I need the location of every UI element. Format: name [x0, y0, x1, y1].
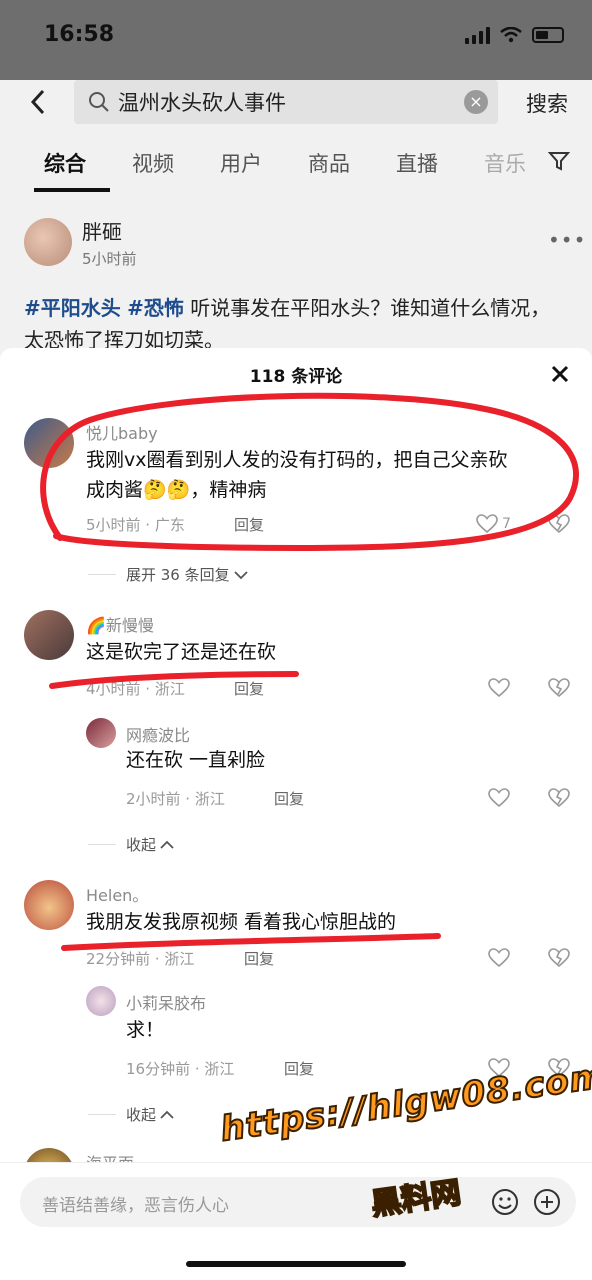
tab-music[interactable]: 音乐: [484, 148, 526, 178]
search-input[interactable]: 温州水头砍人事件 ×: [74, 80, 498, 124]
search-results-page: 16:58 温州水头砍人事件 × 搜索 综合 视频 用户 商品 直播 音乐 胖砸…: [0, 0, 592, 360]
post-author[interactable]: 胖砸: [82, 216, 122, 245]
active-tab-indicator: [34, 188, 110, 192]
filter-icon[interactable]: [548, 150, 570, 172]
tab-users[interactable]: 用户: [220, 148, 262, 178]
comment-input-placeholder: 善语结善缘，恶言伤人心: [42, 1196, 229, 1216]
tab-live[interactable]: 直播: [396, 148, 438, 178]
post-time: 5小时前: [82, 250, 137, 268]
search-tabs: 综合 视频 用户 商品 直播 音乐: [0, 140, 592, 192]
search-button[interactable]: 搜索: [526, 88, 568, 118]
tab-video[interactable]: 视频: [132, 148, 174, 178]
tab-comprehensive[interactable]: 综合: [44, 148, 86, 178]
back-button[interactable]: [18, 80, 58, 124]
comments-sheet: 118 条评论 悦儿baby 我刚vx圈看到别人发的没有打码的，把自己父亲砍 成…: [0, 348, 592, 1280]
comment-input-bar: 善语结善缘，恶言伤人心: [0, 1162, 592, 1280]
status-icons: [465, 26, 564, 44]
search-query: 温州水头砍人事件: [118, 91, 286, 115]
status-bar: 16:58: [0, 0, 592, 80]
signal-icon: [465, 26, 490, 44]
red-annotation-marks: [40, 392, 579, 951]
chevron-left-icon: [30, 89, 45, 115]
hashtag[interactable]: #恐怖: [127, 296, 184, 320]
hashtag[interactable]: #平阳水头: [24, 296, 121, 320]
home-indicator: [186, 1261, 406, 1267]
more-icon[interactable]: •••: [548, 228, 586, 252]
status-time: 16:58: [44, 22, 115, 47]
post-text: #平阳水头 #恐怖 听说事发在平阳水头？谁知道什么情况，太恐怖了挥刀如切菜。: [24, 292, 564, 356]
battery-icon: [532, 27, 564, 43]
emoji-icon[interactable]: [490, 1187, 520, 1217]
search-icon: [89, 92, 109, 112]
comment-input[interactable]: 善语结善缘，恶言伤人心: [20, 1177, 576, 1227]
search-row: 温州水头砍人事件 × 搜索: [0, 80, 592, 124]
clear-icon[interactable]: ×: [464, 90, 488, 114]
add-icon[interactable]: [532, 1187, 562, 1217]
tab-products[interactable]: 商品: [308, 148, 350, 178]
avatar[interactable]: [24, 218, 72, 266]
wifi-icon: [500, 27, 522, 43]
